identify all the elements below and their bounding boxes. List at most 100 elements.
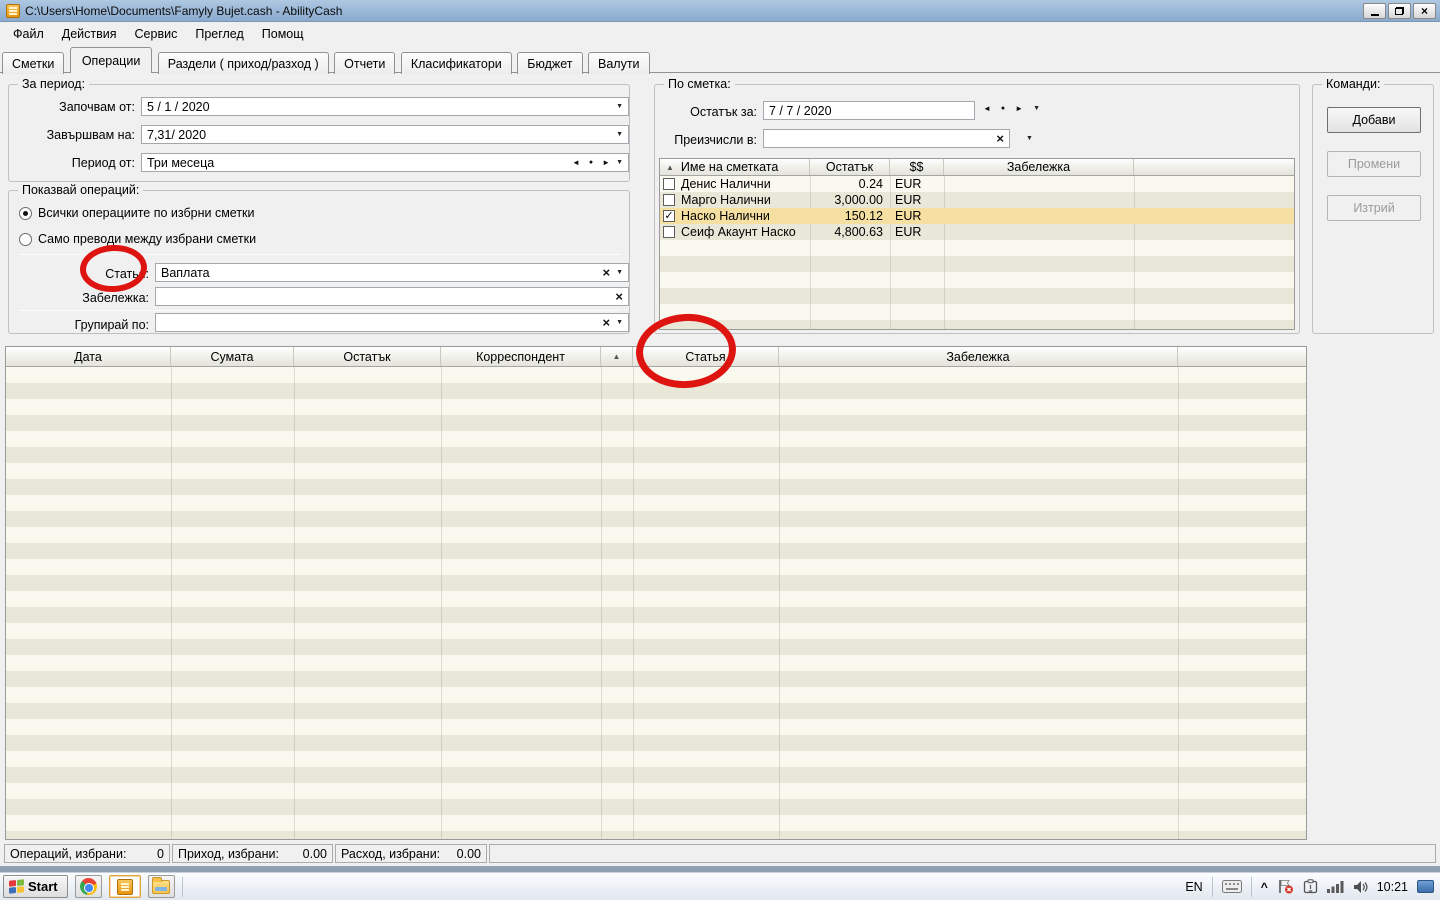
chevron-down-icon[interactable]: ▼ — [1026, 135, 1033, 142]
title-bar: C:\Users\Home\Documents\Famyly Bujet.cas… — [0, 0, 1440, 22]
tab-reports[interactable]: Отчети — [334, 52, 395, 74]
show-desktop-icon[interactable] — [1417, 880, 1434, 893]
chevron-down-icon[interactable]: ▼ — [1033, 105, 1040, 112]
prev-date-icon[interactable]: ◄ — [983, 104, 991, 113]
article-filter-value: Ваплата — [161, 266, 594, 280]
clear-icon[interactable]: × — [602, 266, 610, 279]
account-row-nasko[interactable]: ✓ Наско Налични 150.12 EUR — [660, 208, 1294, 224]
article-column-header[interactable]: Статья — [633, 347, 779, 366]
clipboard-icon[interactable] — [1303, 879, 1318, 894]
radio-transfers-only[interactable]: Само преводи между избрани сметки — [19, 232, 256, 246]
account-row-denis[interactable]: Денис Налични 0.24 EUR — [660, 176, 1294, 192]
tab-currencies[interactable]: Валути — [588, 52, 650, 74]
account-currency: EUR — [889, 209, 943, 223]
account-row-seif[interactable]: Сеиф Акаунт Наско 4,800.63 EUR — [660, 224, 1294, 240]
sort-ascending-icon: ▲ — [613, 352, 621, 361]
abilitycash-icon — [117, 879, 133, 895]
start-date-field[interactable]: 5 / 1 / 2020 ▼ — [141, 97, 629, 116]
start-date-label: Започвам от: — [13, 100, 135, 114]
status-expense-value: 0.00 — [447, 847, 481, 861]
recalc-label: Преизчисли в: — [659, 133, 757, 147]
radio-transfers-only-label: Само преводи между избрани сметки — [38, 232, 256, 246]
chevron-down-icon[interactable]: ▼ — [616, 159, 623, 166]
date-column-header[interactable]: Дата — [6, 347, 171, 366]
chevron-down-icon[interactable]: ▼ — [616, 269, 623, 276]
chevron-up-icon[interactable]: ^ — [1261, 880, 1268, 894]
checkbox-unchecked-icon[interactable] — [663, 194, 675, 206]
tab-classifiers[interactable]: Класификатори — [401, 52, 512, 74]
account-balance-column-header[interactable]: Остатък — [810, 159, 890, 175]
menu-help[interactable]: Помощ — [253, 25, 313, 43]
next-date-icon[interactable]: ► — [1015, 104, 1023, 113]
explorer-taskbar-button[interactable] — [148, 875, 175, 898]
keyboard-icon[interactable] — [1222, 880, 1242, 893]
next-period-icon[interactable]: ► — [602, 158, 610, 167]
end-date-value: 7,31/ 2020 — [147, 128, 610, 142]
minimize-icon — [1371, 14, 1379, 16]
end-date-field[interactable]: 7,31/ 2020 ▼ — [141, 125, 629, 144]
chevron-down-icon[interactable]: ▼ — [616, 131, 623, 138]
close-button[interactable]: × — [1413, 3, 1436, 19]
clear-icon[interactable]: × — [615, 290, 623, 303]
abilitycash-taskbar-button[interactable] — [109, 875, 141, 898]
tab-accounts[interactable]: Сметки — [2, 52, 64, 74]
add-button[interactable]: Добави — [1327, 107, 1421, 133]
amount-column-header[interactable]: Сумата — [171, 347, 294, 366]
correspondent-column-header[interactable]: Корреспондент — [441, 347, 601, 366]
balance-column-header[interactable]: Остатък — [294, 347, 441, 366]
group-by-field[interactable]: × ▼ — [155, 313, 629, 332]
article-filter-field[interactable]: Ваплата × ▼ — [155, 263, 629, 282]
checkbox-unchecked-icon[interactable] — [663, 178, 675, 190]
start-button[interactable]: Start — [3, 875, 68, 898]
status-operations-count: Операций, избрани: 0 — [4, 844, 170, 863]
balance-date-field[interactable]: 7 / 7 / 2020 — [763, 101, 975, 120]
restore-button[interactable] — [1388, 3, 1411, 19]
tab-categories[interactable]: Раздели ( приход/разход ) — [158, 52, 329, 74]
account-name-column-header[interactable]: ▲ Име на сметката — [660, 159, 810, 175]
start-button-label: Start — [28, 879, 58, 894]
recalc-field[interactable]: × — [763, 129, 1010, 148]
sort-column-header[interactable]: ▲ — [601, 347, 633, 366]
checkbox-unchecked-icon[interactable] — [663, 226, 675, 238]
menu-actions[interactable]: Действия — [53, 25, 126, 43]
taskbar: Start EN ^ 10:21 — [0, 872, 1440, 900]
menu-view[interactable]: Преглед — [186, 25, 252, 43]
radio-all-operations[interactable]: Всички операциите по избрни сметки — [19, 206, 255, 220]
commands-group-title: Команди: — [1322, 77, 1384, 91]
account-table-body: Денис Налични 0.24 EUR Марго Налични 3,0… — [660, 176, 1294, 329]
status-operations-label: Операций, избрани: — [10, 847, 126, 861]
checkbox-checked-icon[interactable]: ✓ — [663, 210, 675, 222]
tab-operations[interactable]: Операции — [70, 47, 152, 73]
period-field[interactable]: Три месеца ◄ ● ► ▼ — [141, 153, 629, 172]
operations-table-header: Дата Сумата Остатък Корреспондент ▲ Стат… — [6, 347, 1306, 367]
desktop: { "window": { "title": "C:\\Users\\Home\… — [0, 0, 1440, 900]
menu-service[interactable]: Сервис — [126, 25, 187, 43]
clock[interactable]: 10:21 — [1377, 880, 1408, 894]
speaker-icon[interactable] — [1353, 880, 1368, 894]
minimize-button[interactable] — [1363, 3, 1386, 19]
language-indicator[interactable]: EN — [1185, 880, 1202, 894]
account-row-margo[interactable]: Марго Налични 3,000.00 EUR — [660, 192, 1294, 208]
note-column-header[interactable]: Забележка — [779, 347, 1178, 366]
note-filter-field[interactable]: × — [155, 287, 629, 306]
account-note-column-header[interactable]: Забележка — [944, 159, 1134, 175]
prev-period-icon[interactable]: ◄ — [572, 158, 580, 167]
today-icon[interactable]: ● — [1001, 105, 1005, 112]
account-currency-column-header[interactable]: $$ — [890, 159, 944, 175]
menu-file[interactable]: Файл — [4, 25, 53, 43]
restore-icon — [1395, 7, 1404, 15]
tab-budget[interactable]: Бюджет — [517, 52, 582, 74]
account-name: Наско Налични — [681, 209, 809, 223]
account-name: Денис Налични — [681, 177, 809, 191]
clear-icon[interactable]: × — [602, 316, 610, 329]
flag-error-icon[interactable] — [1277, 879, 1294, 894]
current-period-icon[interactable]: ● — [589, 159, 593, 166]
chevron-down-icon[interactable]: ▼ — [616, 103, 623, 110]
chrome-taskbar-button[interactable] — [75, 875, 102, 898]
edit-button: Промени — [1327, 151, 1421, 177]
clear-icon[interactable]: × — [996, 132, 1004, 145]
start-date-value: 5 / 1 / 2020 — [147, 100, 610, 114]
network-signal-icon[interactable] — [1327, 880, 1344, 893]
chevron-down-icon[interactable]: ▼ — [616, 319, 623, 326]
app-window: C:\Users\Home\Documents\Famyly Bujet.cas… — [0, 0, 1440, 866]
